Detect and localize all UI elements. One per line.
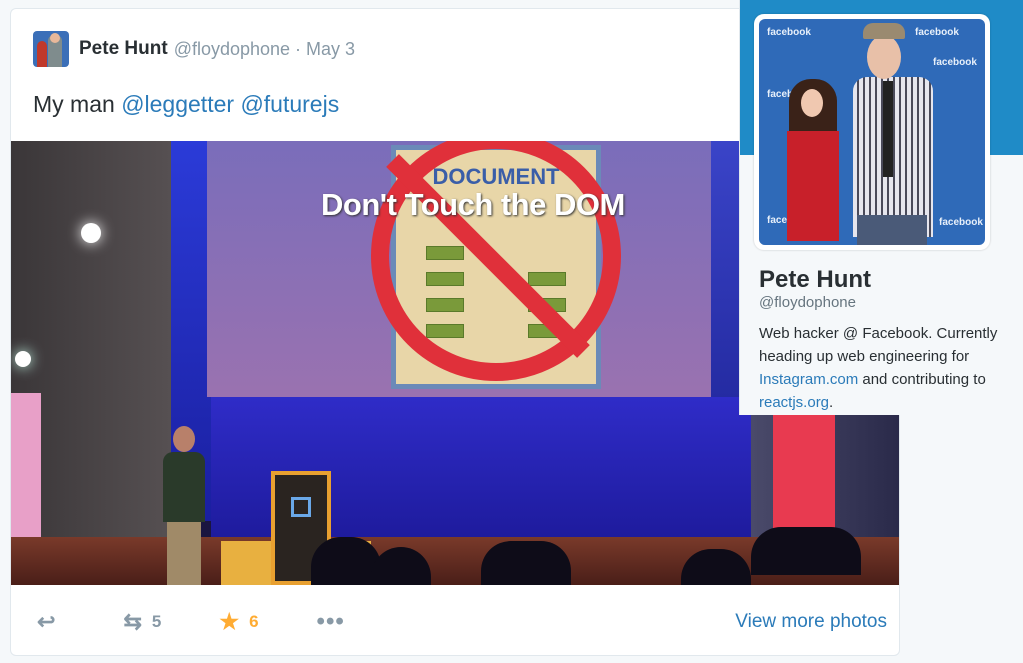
speaker-head bbox=[173, 426, 195, 452]
favorite-count: 6 bbox=[249, 612, 259, 631]
backdrop-text: facebook bbox=[915, 27, 959, 38]
photo-person-right-tie bbox=[883, 81, 893, 177]
retweet-icon: ⇆ bbox=[123, 609, 142, 634]
reply-icon: ↩ bbox=[37, 609, 56, 634]
photo-person-right-face bbox=[867, 35, 901, 79]
mention-futurejs[interactable]: @futurejs bbox=[240, 91, 339, 117]
tweet-header: Pete Hunt @floydophone · May 3 bbox=[33, 31, 355, 67]
profile-name[interactable]: Pete Hunt bbox=[759, 266, 871, 294]
author-fullname[interactable]: Pete Hunt bbox=[79, 38, 168, 60]
photo-person-right-shirt bbox=[853, 77, 933, 237]
avatar-face bbox=[50, 33, 60, 43]
profile-hover-card: facebook facebook facebook facebook face… bbox=[739, 0, 1023, 415]
profile-avatar[interactable]: facebook facebook facebook facebook face… bbox=[754, 14, 990, 250]
more-button[interactable]: ••• bbox=[317, 608, 355, 636]
bio-text: Web hacker @ Facebook. Currently heading… bbox=[759, 325, 998, 365]
speaker-legs bbox=[167, 522, 201, 585]
photo-speaker bbox=[159, 426, 207, 585]
bio-text-end: . bbox=[829, 394, 834, 411]
bio-text-mid: and contributing to bbox=[862, 371, 986, 388]
photo-person-right-jeans bbox=[857, 215, 927, 245]
author-username[interactable]: @floydophone bbox=[174, 39, 290, 60]
photo-person-left-face bbox=[801, 89, 823, 117]
audience-silhouette bbox=[751, 527, 861, 575]
stage-light bbox=[81, 223, 101, 243]
author-avatar[interactable] bbox=[33, 31, 69, 67]
favorite-button[interactable]: ★ 6 bbox=[219, 609, 258, 635]
reply-button[interactable]: ↩ bbox=[37, 609, 65, 635]
photo-person-right-hat bbox=[863, 23, 905, 39]
tweet-date[interactable]: May 3 bbox=[306, 39, 355, 60]
audience-silhouette bbox=[481, 541, 571, 585]
retweet-count: 5 bbox=[151, 612, 162, 631]
more-icon: ••• bbox=[316, 608, 345, 635]
slide-headline: Don't Touch the DOM bbox=[321, 187, 625, 222]
lectern-logo bbox=[291, 497, 311, 517]
profile-avatar-image: facebook facebook facebook facebook face… bbox=[759, 19, 985, 245]
star-icon: ★ bbox=[219, 609, 240, 634]
avatar-figure-left bbox=[37, 41, 47, 67]
backdrop-text: facebook bbox=[933, 57, 977, 68]
speaker-body bbox=[163, 452, 205, 522]
stage-light bbox=[15, 351, 31, 367]
bio-link-instagram[interactable]: Instagram.com bbox=[759, 371, 858, 388]
retweet-button[interactable]: ⇆ 5 bbox=[123, 609, 161, 635]
separator-dot: · bbox=[295, 38, 302, 59]
backdrop-text: facebook bbox=[939, 217, 983, 228]
mention-leggetter[interactable]: @leggetter bbox=[121, 91, 234, 117]
tweet-text-prefix: My man bbox=[33, 91, 115, 117]
backdrop-text: facebook bbox=[767, 27, 811, 38]
bio-link-reactjs[interactable]: reactjs.org bbox=[759, 394, 829, 411]
photo-person-left-shirt bbox=[787, 131, 839, 241]
tweet-text: My man @leggetter @futurejs bbox=[33, 91, 339, 118]
profile-handle[interactable]: @floydophone bbox=[759, 294, 856, 311]
view-more-photos-link[interactable]: View more photos bbox=[735, 611, 887, 633]
profile-bio: Web hacker @ Facebook. Currently heading… bbox=[759, 322, 1021, 414]
tweet-actions: ↩ ⇆ 5 ★ 6 ••• View more photos bbox=[37, 607, 887, 637]
